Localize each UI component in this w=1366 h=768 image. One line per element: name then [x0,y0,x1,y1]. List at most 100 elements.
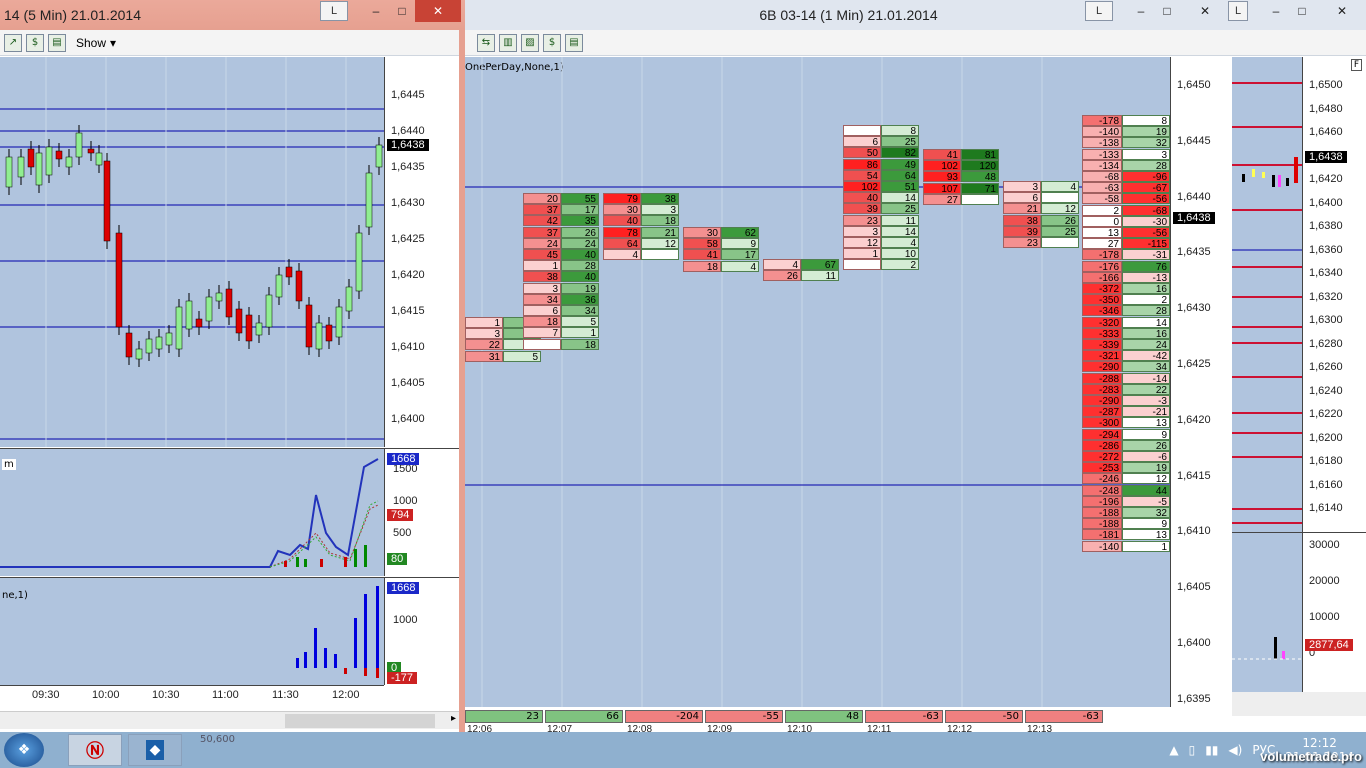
panel2-label: m [2,459,16,470]
left-scrollbar[interactable]: ▸ [0,711,460,729]
tray-device-icon[interactable]: ▯ [1189,743,1196,757]
right-close-button[interactable]: ✕ [1332,4,1352,18]
left-maximize-button[interactable]: □ [392,4,412,18]
left-price-label: 1,6400 [391,413,425,425]
footprint-bid-cell: 102 [843,181,881,193]
candle-body [255,322,263,336]
candle-body [125,332,133,358]
right-price-label: 1,6240 [1309,384,1343,397]
footprint-ask-cell: 62 [721,227,759,239]
left-scroll-thumb[interactable] [285,714,435,728]
footprint-bid-cell: 38 [523,271,561,283]
right-maximize-button[interactable]: □ [1292,4,1312,18]
footprint-bid-cell: 45 [523,249,561,261]
left-price-label: 1,6410 [391,341,425,353]
profile-volume-cell: 9 [1122,428,1170,441]
footprint-bid-cell: 50 [843,147,881,159]
footprint-bid-cell: 86 [843,158,881,171]
left-panel3-axis[interactable]: 1000 1668 0 -177 [384,577,465,685]
left-layout-button[interactable]: L [320,1,348,21]
right-title-bar[interactable]: L – □ ✕ [1228,0,1366,30]
left-minimize-button[interactable]: – [366,4,386,18]
left-volume-panel[interactable]: m [0,448,384,576]
right-price-label: 1,6280 [1309,337,1343,350]
right-price-label: 1,6340 [1309,267,1343,279]
right-price-label: 1,6500 [1309,79,1343,91]
profile-delta-cell: -290 [1082,395,1122,407]
right-minimize-button[interactable]: – [1266,4,1286,18]
profile-delta-cell: 13 [1082,227,1122,239]
start-button[interactable]: ❖ [4,733,44,767]
candle-body [175,306,183,350]
left-price-axis[interactable]: 1,6445 1,6440 1,6435 1,6430 1,6425 1,6420 1,64… [384,57,465,447]
center-price-axis[interactable]: 1,6450 1,6445 1,6440 1,6435 1,6430 1,6425 1,64… [1170,57,1232,707]
right-price-label: 1,6160 [1309,478,1343,491]
center-layout-button[interactable]: L [1085,1,1113,21]
candle-body [215,292,223,302]
candle-body [305,304,313,348]
dollar-icon-center[interactable]: $ [543,33,561,52]
properties-icon[interactable]: ▤ [48,33,66,52]
windows-logo-icon: ❖ [17,742,31,758]
f-button[interactable]: F [1350,59,1362,71]
center-title-bar[interactable]: 6B 03-14 (1 Min) 21.01.2014 L – □ ✕ [465,0,1232,30]
show-dropdown[interactable]: Show ▾ [70,36,122,50]
profile-volume-cell: -14 [1122,372,1170,385]
right-price-label: 1,6260 [1309,361,1343,373]
profile-delta-cell: 27 [1082,238,1122,250]
left-time-label: 11:30 [272,689,299,701]
left-title-bar[interactable]: 14 (5 Min) 21.01.2014 L – □ ✕ [0,0,465,30]
left-price-panel[interactable] [0,57,384,447]
candle-body [275,274,283,298]
right-scrollbar[interactable] [1232,692,1366,716]
properties-icon-center[interactable]: ▤ [565,33,583,52]
bars-tool-icon[interactable]: ▥ [499,33,517,52]
footprint-ask-cell: 17 [721,249,759,261]
right-layout-button[interactable]: L [1228,1,1248,21]
draw-tool-icon[interactable]: ↗ [4,33,22,52]
profile-volume-cell: -56 [1122,227,1170,239]
left-delta-panel[interactable]: ne,1) [0,577,384,685]
right-price-label: 1,6400 [1309,196,1343,209]
tray-network-icon[interactable]: ▮▮ [1205,743,1218,757]
center-close-button[interactable]: ✕ [1195,4,1215,18]
candle-body [165,332,173,346]
right-volume-panel[interactable] [1232,532,1302,692]
dollar-icon[interactable]: $ [26,33,44,52]
footprint-bid-cell: 1 [843,248,881,260]
footprint-ask-cell: 38 [641,193,679,205]
chart-tool-icon[interactable]: ▨ [521,33,539,52]
tray-up-icon[interactable]: ▲ [1169,743,1178,757]
center-minimize-button[interactable]: – [1131,4,1151,18]
left-time-axis[interactable]: 09:30 10:00 10:30 11:00 11:30 12:00 [0,685,384,711]
left-panel2-axis[interactable]: 1500 1000 500 1668 794 80 [384,448,465,576]
arrows-tool-icon[interactable]: ⇆ [477,33,495,52]
taskbar-app-2[interactable]: ◆ [128,734,182,766]
footprint-bid-cell: 40 [603,215,641,227]
right-vol-svg [1232,637,1302,660]
left-close-button[interactable]: ✕ [415,0,461,22]
footprint-ask-cell: 18 [641,215,679,227]
center-maximize-button[interactable]: □ [1157,4,1177,18]
center-footprint-panel[interactable]: OnePerDay,None,1) 1283252212315205537174… [465,57,1170,707]
right-vol-axis[interactable]: 30000 20000 10000 0 2877,64 [1302,532,1366,692]
profile-volume-cell: 44 [1122,484,1170,497]
right-price-panel[interactable] [1232,57,1302,532]
footprint-bid-cell: 30 [603,204,641,216]
center-price-label: 1,6430 [1177,302,1211,315]
profile-delta-cell: -133 [1082,148,1122,161]
candle-body [103,160,111,242]
candle-body [335,306,343,338]
scroll-right-icon[interactable]: ▸ [451,713,456,724]
tray-volume-icon[interactable]: ◀) [1228,743,1242,757]
right-price-label: 1,6140 [1309,502,1343,514]
candle-body [265,294,273,328]
right-price-axis[interactable]: F 1,65001,64801,64601,64401,64201,64001,… [1302,57,1366,532]
left-toolbar: ↗ $ ▤ Show ▾ [0,30,465,56]
profile-delta-cell: -140 [1082,540,1122,553]
left-price-label: 1,6425 [391,233,425,245]
footprint-bid-cell: 102 [923,160,961,172]
taskbar-app-1[interactable]: Ⓝ [68,734,122,766]
footprint-ask-cell: 55 [561,193,599,205]
footprint-bid-cell: 3 [465,328,503,340]
